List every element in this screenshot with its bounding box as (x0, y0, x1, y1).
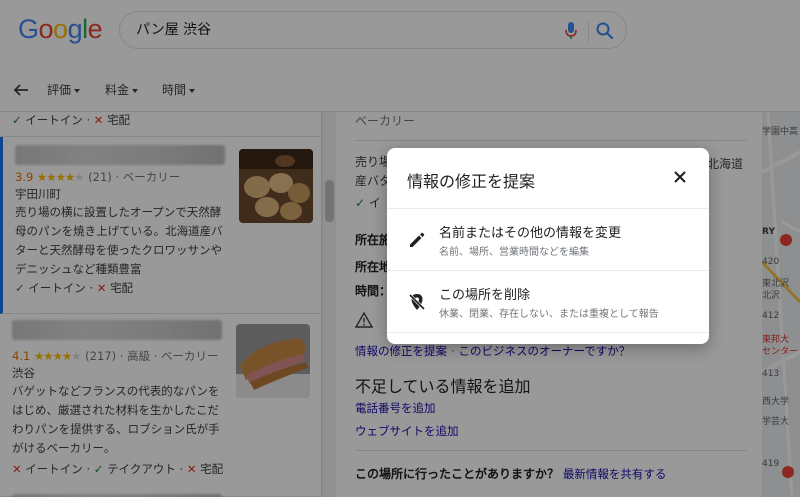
change-info-subtitle: 名前、場所、営業時間などを編集 (439, 247, 589, 258)
dialog-title: 情報の修正を提案 (407, 172, 536, 191)
remove-place-title: この場所を削除 (439, 288, 531, 303)
dialog-divider (387, 332, 709, 333)
change-info-title: 名前またはその他の情報を変更 (439, 226, 622, 241)
location-off-icon (408, 293, 426, 311)
remove-place-option[interactable]: この場所を削除 休業、閉業、存在しない、または重複として報告 (387, 271, 709, 333)
close-icon[interactable] (671, 168, 689, 186)
pencil-icon (410, 232, 425, 247)
suggest-edit-dialog: 情報の修正を提案 名前またはその他の情報を変更 名前、場所、営業時間などを編集 … (387, 148, 709, 344)
remove-place-subtitle: 休業、閉業、存在しない、または重複として報告 (439, 309, 659, 320)
change-info-option[interactable]: 名前またはその他の情報を変更 名前、場所、営業時間などを編集 (387, 209, 709, 271)
